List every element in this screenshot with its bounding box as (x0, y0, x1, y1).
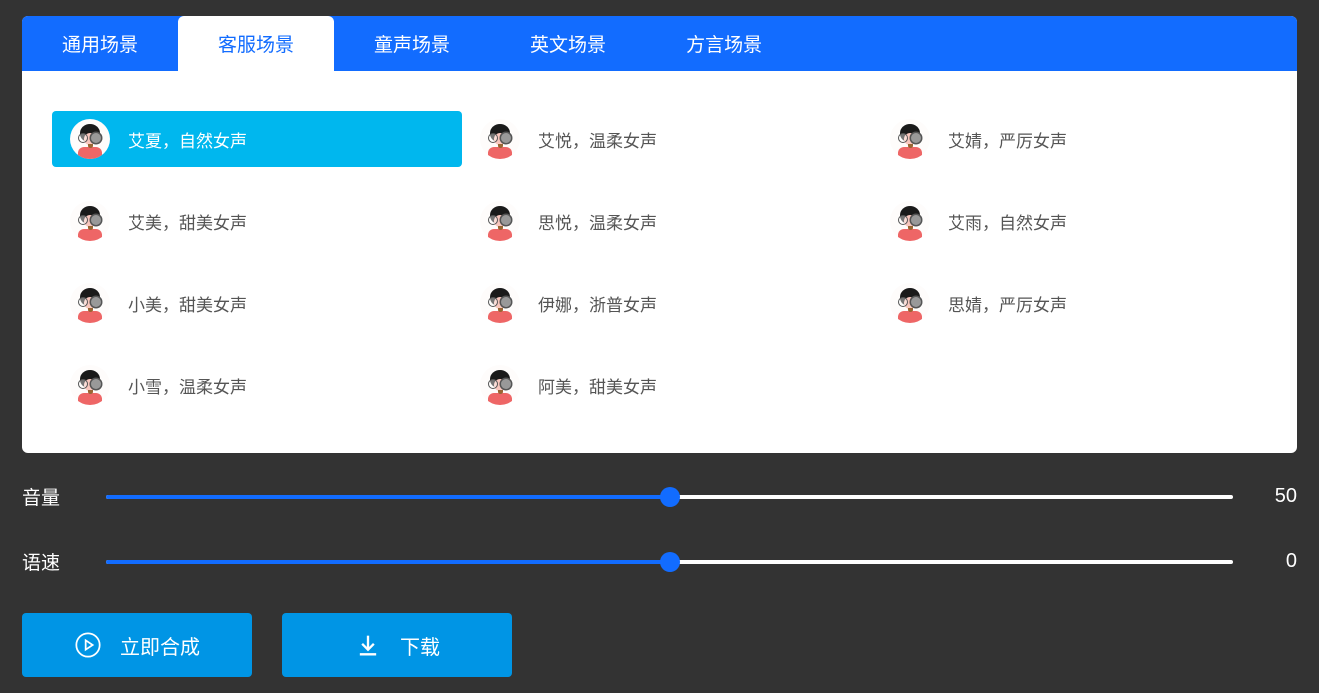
voice-item[interactable]: 小美，甜美女声 (52, 275, 462, 331)
tab-customer-service[interactable]: 客服场景 (178, 16, 334, 71)
avatar-icon (70, 201, 110, 241)
tab-label: 英文场景 (530, 30, 606, 57)
avatar-icon (480, 119, 520, 159)
voice-item[interactable]: 思悦，温柔女声 (462, 193, 872, 249)
voice-item[interactable]: 艾悦，温柔女声 (462, 111, 872, 167)
voice-label: 艾夏，自然女声 (128, 127, 247, 152)
volume-slider-row: 音量 50 (22, 483, 1297, 510)
voice-panel: 通用场景 客服场景 童声场景 英文场景 方言场景 艾夏，自然女声 艾悦，温柔女声… (22, 16, 1297, 453)
avatar-icon (480, 365, 520, 405)
avatar-icon (890, 119, 930, 159)
speed-fill (106, 560, 670, 564)
voice-item[interactable]: 艾美，甜美女声 (52, 193, 462, 249)
volume-handle[interactable] (660, 487, 680, 507)
download-label: 下载 (400, 631, 440, 660)
avatar-icon (70, 119, 110, 159)
tab-english[interactable]: 英文场景 (490, 16, 646, 71)
voice-list: 艾夏，自然女声 艾悦，温柔女声 艾婧，严厉女声 艾美，甜美女声 思悦，温柔女声 … (22, 71, 1297, 453)
voice-label: 阿美，甜美女声 (538, 373, 657, 398)
voice-item[interactable]: 艾婧，严厉女声 (872, 111, 1282, 167)
voice-item[interactable]: 艾雨，自然女声 (872, 193, 1282, 249)
voice-item[interactable]: 小雪，温柔女声 (52, 357, 462, 413)
tab-general[interactable]: 通用场景 (22, 16, 178, 71)
action-buttons: 立即合成 下载 (22, 613, 1297, 677)
avatar-icon (890, 201, 930, 241)
volume-slider[interactable] (106, 495, 1233, 499)
voice-label: 艾悦，温柔女声 (538, 127, 657, 152)
synthesize-button[interactable]: 立即合成 (22, 613, 252, 677)
play-circle-icon (74, 631, 102, 659)
voice-item[interactable]: 艾夏，自然女声 (52, 111, 462, 167)
voice-label: 艾美，甜美女声 (128, 209, 247, 234)
voice-item[interactable]: 思婧，严厉女声 (872, 275, 1282, 331)
avatar-icon (70, 365, 110, 405)
avatar-icon (480, 201, 520, 241)
speed-value: 0 (1257, 550, 1297, 573)
voice-label: 艾雨，自然女声 (948, 209, 1067, 234)
voice-item[interactable]: 伊娜，浙普女声 (462, 275, 872, 331)
tab-child[interactable]: 童声场景 (334, 16, 490, 71)
scene-tabs: 通用场景 客服场景 童声场景 英文场景 方言场景 (22, 16, 1297, 71)
volume-value: 50 (1257, 485, 1297, 508)
voice-label: 艾婧，严厉女声 (948, 127, 1067, 152)
speed-label: 语速 (22, 548, 82, 575)
speed-slider[interactable] (106, 560, 1233, 564)
avatar-icon (890, 283, 930, 323)
voice-label: 小雪，温柔女声 (128, 373, 247, 398)
tab-label: 方言场景 (686, 30, 762, 57)
voice-label: 思悦，温柔女声 (538, 209, 657, 234)
tab-dialect[interactable]: 方言场景 (646, 16, 802, 71)
voice-label: 小美，甜美女声 (128, 291, 247, 316)
speed-handle[interactable] (660, 552, 680, 572)
download-icon (354, 631, 382, 659)
speed-slider-row: 语速 0 (22, 548, 1297, 575)
tab-label: 客服场景 (218, 30, 294, 57)
voice-item[interactable]: 阿美，甜美女声 (462, 357, 872, 413)
voice-label: 思婧，严厉女声 (948, 291, 1067, 316)
volume-label: 音量 (22, 483, 82, 510)
tab-label: 通用场景 (62, 30, 138, 57)
avatar-icon (480, 283, 520, 323)
sliders: 音量 50 语速 0 (22, 483, 1297, 575)
tab-label: 童声场景 (374, 30, 450, 57)
voice-label: 伊娜，浙普女声 (538, 291, 657, 316)
volume-fill (106, 495, 670, 499)
download-button[interactable]: 下载 (282, 613, 512, 677)
synth-label: 立即合成 (120, 631, 200, 660)
avatar-icon (70, 283, 110, 323)
